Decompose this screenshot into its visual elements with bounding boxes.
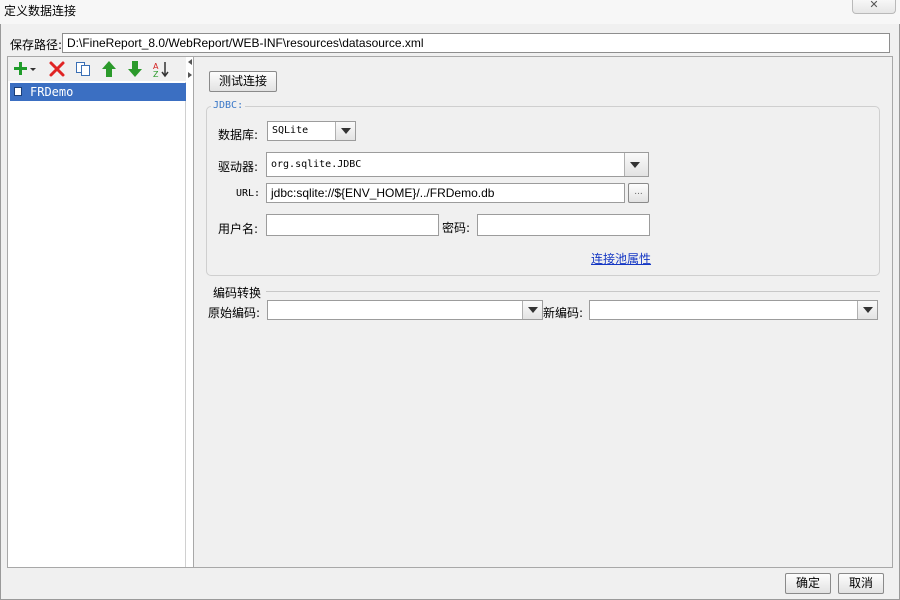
url-label: URL: <box>236 188 261 199</box>
new-encoding-label: 新编码: <box>543 306 584 320</box>
add-icon[interactable] <box>12 60 38 78</box>
chevron-down-icon[interactable] <box>857 301 877 319</box>
driver-label: 驱动器: <box>218 160 259 174</box>
list-item-label: FRDemo <box>30 85 74 99</box>
save-path-field[interactable]: D:\FineReport_8.0/WebReport/WEB-INF\reso… <box>62 33 890 53</box>
chevron-down-icon[interactable] <box>624 153 648 176</box>
password-label: 密码: <box>442 221 471 235</box>
username-input[interactable] <box>266 214 439 236</box>
encoding-legend: 编码转换 <box>211 284 264 301</box>
driver-value: org.sqlite.JDBC <box>271 159 362 170</box>
connection-list <box>8 82 186 567</box>
database-value: SQLite <box>272 125 309 136</box>
connection-pool-link[interactable]: 连接池属性 <box>591 250 651 267</box>
close-icon: ✕ <box>869 0 879 11</box>
list-item-frdemo[interactable]: FRDemo <box>10 83 186 101</box>
sort-icon[interactable]: A Z <box>152 60 170 79</box>
move-down-icon[interactable] <box>126 60 144 78</box>
database-select[interactable]: SQLite <box>267 121 356 141</box>
copy-icon[interactable] <box>74 60 92 78</box>
encoding-divider <box>266 291 880 292</box>
close-button[interactable]: ✕ <box>852 0 896 14</box>
chevron-down-icon[interactable] <box>335 122 355 140</box>
driver-select[interactable]: org.sqlite.JDBC <box>266 152 649 177</box>
database-icon <box>14 87 22 96</box>
test-connection-button[interactable]: 测试连接 <box>209 71 277 92</box>
original-encoding-select[interactable] <box>267 300 543 320</box>
collapse-toggle[interactable] <box>186 57 193 81</box>
username-label: 用户名: <box>218 222 259 236</box>
delete-icon[interactable] <box>48 60 66 78</box>
cancel-button[interactable]: 取消 <box>838 573 884 594</box>
save-path-label: 保存路径: <box>10 38 63 52</box>
url-browse-button[interactable]: ... <box>628 183 649 203</box>
password-input[interactable] <box>477 214 650 236</box>
chevron-down-icon[interactable] <box>522 301 542 319</box>
jdbc-legend: JDBC: <box>211 100 246 111</box>
svg-text:Z: Z <box>153 70 159 78</box>
window-title: 定义数据连接 <box>4 4 77 18</box>
new-encoding-select[interactable] <box>589 300 878 320</box>
database-label: 数据库: <box>218 128 259 142</box>
move-up-icon[interactable] <box>100 60 118 78</box>
ok-button[interactable]: 确定 <box>785 573 831 594</box>
title-bar <box>0 0 900 24</box>
connection-toolbar: A Z <box>8 57 186 81</box>
url-input[interactable]: jdbc:sqlite://${ENV_HOME}/../FRDemo.db <box>266 183 625 203</box>
original-encoding-label: 原始编码: <box>208 306 261 320</box>
